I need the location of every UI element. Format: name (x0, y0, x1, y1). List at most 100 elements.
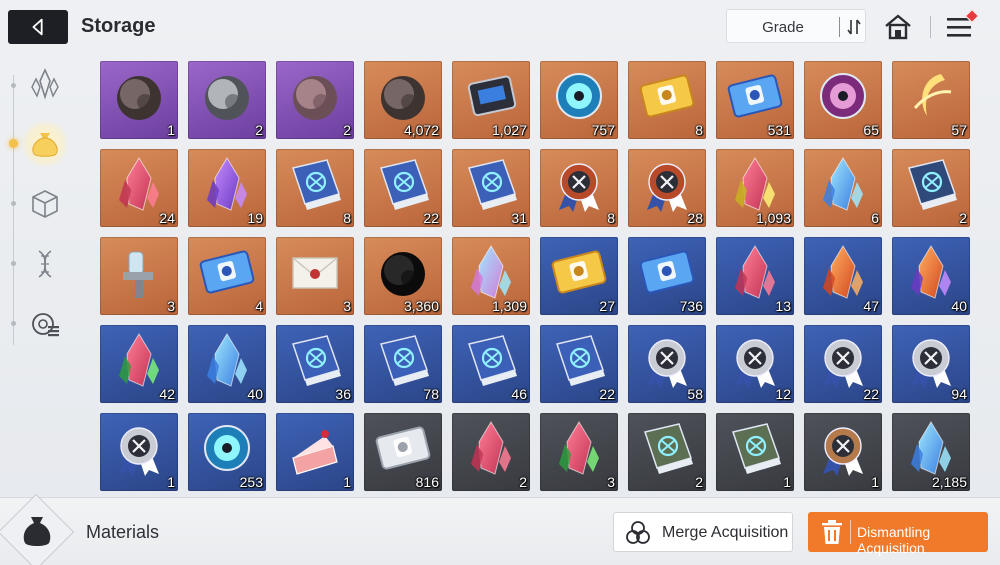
inventory-slot[interactable]: 31 (452, 149, 530, 227)
inventory-slot[interactable]: 3 (540, 413, 618, 491)
item-count: 2 (695, 474, 703, 490)
shield-badge-icon (735, 339, 775, 388)
cyan-orb-capsule-icon (556, 73, 602, 119)
inventory-slot[interactable]: 58 (628, 325, 706, 403)
inventory-slot[interactable]: 3 (100, 237, 178, 315)
inventory-slot[interactable]: 1 (276, 413, 354, 491)
inventory-slot[interactable]: 42 (100, 325, 178, 403)
inventory-slot[interactable]: 57 (892, 61, 970, 139)
item-count: 47 (863, 298, 879, 314)
sidebar-dot (11, 83, 16, 88)
purple-crystal-icon (207, 157, 247, 211)
inventory-slot[interactable]: 1 (100, 61, 178, 139)
sidebar-item-box[interactable] (22, 181, 68, 227)
inventory-slot[interactable]: 816 (364, 413, 442, 491)
inventory-slot[interactable]: 1 (100, 413, 178, 491)
inventory-slot[interactable]: 253 (188, 413, 266, 491)
inventory-slot[interactable]: 4,072 (364, 61, 442, 139)
inventory-slot[interactable]: 22 (364, 149, 442, 227)
item-count: 2 (959, 210, 967, 226)
inventory-slot[interactable]: 757 (540, 61, 618, 139)
inventory-slot[interactable]: 736 (628, 237, 706, 315)
inventory-slot[interactable]: 2 (188, 61, 266, 139)
brain-ore-icon (117, 76, 161, 120)
inventory-slot[interactable]: 2 (628, 413, 706, 491)
chip-list-icon (32, 313, 59, 337)
back-button[interactable] (8, 10, 68, 44)
sidebar-item-materials[interactable] (22, 121, 68, 167)
inventory-slot[interactable]: 65 (804, 61, 882, 139)
inventory-slot[interactable]: 3,360 (364, 237, 442, 315)
eye-book-icon (380, 159, 429, 210)
inventory-slot[interactable]: 531 (716, 61, 794, 139)
merge-label: Merge Acquisition (662, 524, 789, 541)
item-count: 1 (871, 474, 879, 490)
inventory-slot[interactable]: 13 (716, 237, 794, 315)
inventory-slot[interactable]: 1 (716, 413, 794, 491)
inventory-slot[interactable]: 40 (892, 237, 970, 315)
inventory-slot[interactable]: 6 (804, 149, 882, 227)
inventory-slot[interactable]: 24 (100, 149, 178, 227)
inventory-slot[interactable]: 8 (628, 61, 706, 139)
item-count: 22 (863, 386, 879, 402)
inventory-grid: 1 2 2 4,072 1,027 757 8 531 65 57 24 19 … (100, 61, 980, 493)
inventory-slot[interactable]: 2 (276, 61, 354, 139)
item-count: 3 (607, 474, 615, 490)
inventory-slot[interactable]: 22 (540, 325, 618, 403)
sidebar-item-crystal[interactable] (22, 61, 68, 107)
sort-label: Grade (762, 19, 804, 36)
inventory-slot[interactable]: 47 (804, 237, 882, 315)
inventory-slot[interactable]: 1 (804, 413, 882, 491)
sort-order-icon[interactable] (845, 18, 863, 36)
inventory-slot[interactable]: 4 (188, 237, 266, 315)
inventory-slot[interactable]: 2,185 (892, 413, 970, 491)
item-count: 42 (159, 386, 175, 402)
inventory-slot[interactable]: 19 (188, 149, 266, 227)
inventory-slot[interactable]: 27 (540, 237, 618, 315)
item-count: 22 (423, 210, 439, 226)
metal-ore-icon (205, 76, 249, 120)
inventory-slot[interactable]: 36 (276, 325, 354, 403)
item-count: 36 (335, 386, 351, 402)
category-label: Materials (86, 522, 160, 542)
sidebar-item-chip[interactable] (22, 301, 68, 347)
item-count: 24 (159, 210, 175, 226)
inventory-slot[interactable]: 22 (804, 325, 882, 403)
inventory-slot[interactable]: 8 (540, 149, 618, 227)
item-count: 4 (255, 298, 263, 314)
sort-dropdown[interactable]: Grade (726, 9, 866, 43)
gold-ticket-icon (639, 74, 695, 118)
home-icon[interactable] (882, 11, 914, 43)
item-count: 8 (343, 210, 351, 226)
inventory-slot[interactable]: 2 (892, 149, 970, 227)
back-arrow-icon (32, 18, 43, 36)
item-count: 19 (247, 210, 263, 226)
sidebar-item-gene[interactable] (22, 241, 68, 287)
cyan-shard-icon (207, 333, 247, 387)
wing-book-icon (380, 335, 429, 386)
item-count: 3,360 (403, 298, 439, 314)
inventory-slot[interactable]: 78 (364, 325, 442, 403)
inventory-slot[interactable]: 8 (276, 149, 354, 227)
inventory-slot[interactable]: 12 (716, 325, 794, 403)
inventory-slot[interactable]: 46 (452, 325, 530, 403)
item-count: 57 (951, 122, 967, 138)
item-count: 1 (343, 474, 351, 490)
blue-flower-core-icon (381, 76, 425, 120)
spray-gun-icon (123, 251, 153, 298)
sun-medal-icon (559, 163, 599, 212)
inventory-slot[interactable]: 3 (276, 237, 354, 315)
inventory-slot[interactable]: 28 (628, 149, 706, 227)
item-count: 65 (863, 122, 879, 138)
inventory-slot[interactable]: 1,093 (716, 149, 794, 227)
item-count: 2 (519, 474, 527, 490)
sidebar-dot (11, 201, 16, 206)
inventory-slot[interactable]: 94 (892, 325, 970, 403)
merge-acquisition-button[interactable]: Merge Acquisition (613, 512, 793, 552)
inventory-slot[interactable]: 40 (188, 325, 266, 403)
black-spike-ball-icon (381, 252, 425, 296)
inventory-slot[interactable]: 1,309 (452, 237, 530, 315)
dismantling-acquisition-button[interactable]: Dismantling Acquisition (808, 512, 988, 556)
inventory-slot[interactable]: 2 (452, 413, 530, 491)
inventory-slot[interactable]: 1,027 (452, 61, 530, 139)
